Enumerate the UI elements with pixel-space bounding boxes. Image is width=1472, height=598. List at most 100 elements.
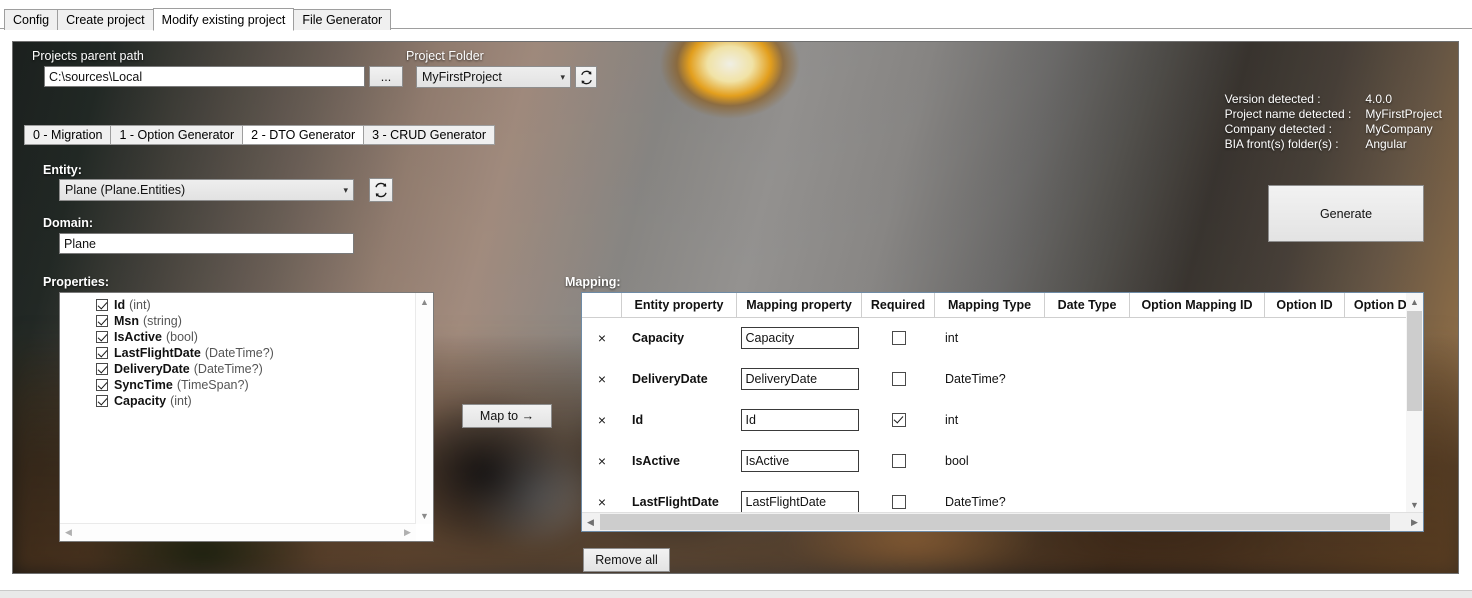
mapping-type-cell: int [945,412,959,427]
option-id-cell [1265,440,1345,481]
generate-button[interactable]: Generate [1268,185,1424,242]
generator-tab-3-crud-generator[interactable]: 3 - CRUD Generator [363,125,496,145]
property-list-item[interactable]: SyncTime (TimeSpan?) [60,377,433,393]
property-name: Id [114,298,126,312]
property-checkbox[interactable] [96,347,108,359]
mapping-property-input[interactable]: Id [740,408,859,431]
generator-tab-1-option-generator[interactable]: 1 - Option Generator [110,125,244,145]
option-display-cell [1345,440,1406,481]
scroll-left-icon[interactable]: ◀ [582,513,599,531]
main-tab-create-project[interactable]: Create project [57,9,154,30]
scroll-up-icon[interactable]: ▲ [416,293,433,310]
property-checkbox[interactable] [96,395,108,407]
scroll-left-icon[interactable]: ◀ [60,524,77,541]
mapping-row: × DeliveryDate DeliveryDate DateTime? [582,358,1406,399]
scroll-down-icon[interactable]: ▼ [416,507,433,524]
browse-parent-path-button[interactable]: ... [369,66,403,87]
map-to-button[interactable]: Map to → [462,404,552,428]
projects-parent-path-input[interactable]: C:\sources\Local [44,66,365,87]
property-list-item[interactable]: IsActive (bool) [60,329,433,345]
mapping-property-input[interactable]: DeliveryDate [740,367,859,390]
required-cell [862,399,935,440]
detected-info-block: Version detected :4.0.0 Project name dete… [1225,92,1442,152]
entity-property-value: IsActive [632,453,680,468]
detected-info-key: BIA front(s) folder(s) : [1224,137,1339,151]
main-tab-config[interactable]: Config [4,9,59,30]
main-tab-modify-existing-project[interactable]: Modify existing project [152,8,295,31]
entity-property-cell: DeliveryDate [622,358,737,399]
chevron-down-icon: ▾ [560,72,565,82]
entity-property-value: LastFlightDate [632,494,719,509]
horizontal-scroll-thumb[interactable] [600,514,1390,530]
date-type-cell [1045,440,1130,481]
domain-input[interactable]: Plane [59,233,354,254]
mapping-property-input[interactable]: Capacity [740,326,859,349]
scroll-right-icon[interactable]: ▶ [399,524,416,541]
remove-row-icon[interactable]: × [598,495,606,509]
required-checkbox[interactable] [891,453,906,468]
entity-select[interactable]: Plane (Plane.Entities) ▾ [59,179,354,201]
remove-mapping-cell: × [582,358,622,399]
property-checkbox[interactable] [96,315,108,327]
mapping-column-header[interactable]: Required [862,293,935,317]
mapping-property-input[interactable]: IsActive [740,449,859,472]
mapping-column-header[interactable]: Mapping Type [935,293,1045,317]
property-checkbox[interactable] [96,331,108,343]
generator-tab-list: 0 - Migration 1 - Option Generator 2 - DTO… [24,125,496,145]
required-cell [862,317,935,358]
property-checkbox[interactable] [96,299,108,311]
remove-row-icon[interactable]: × [598,331,606,345]
scroll-up-icon[interactable]: ▲ [1406,293,1423,310]
remove-row-icon[interactable]: × [598,372,606,386]
property-list-item[interactable]: LastFlightDate (DateTime?) [60,345,433,361]
refresh-entity-button[interactable] [369,178,393,202]
required-cell [862,440,935,481]
vertical-scroll-thumb[interactable] [1407,311,1422,411]
remove-row-icon[interactable]: × [598,454,606,468]
option-id-cell [1265,481,1345,513]
mapping-property-input[interactable]: LastFlightDate [740,490,859,513]
property-list-item[interactable]: Id (int) [60,297,433,313]
mapping-grid-body: × Capacity Capacity int × DeliveryDate Deliver… [582,317,1406,513]
mapping-column-header[interactable] [582,293,622,317]
main-tab-label: Config [13,13,50,27]
property-checkbox[interactable] [96,379,108,391]
mapping-column-header[interactable]: Date Type [1045,293,1130,317]
generator-tab-label: 3 - CRUD Generator [372,128,487,142]
properties-vertical-scrollbar[interactable]: ▲ ▼ [415,293,433,524]
property-list-item[interactable]: Msn (string) [60,313,433,329]
property-type: (DateTime?) [204,346,274,360]
properties-horizontal-scrollbar[interactable]: ◀ ▶ [60,523,416,541]
detected-info-key: Project name detected : [1224,107,1352,121]
required-checkbox[interactable] [891,412,906,427]
main-tab-file-generator[interactable]: File Generator [293,9,392,30]
property-list-item[interactable]: DeliveryDate (DateTime?) [60,361,433,377]
mapping-property-cell: Id [737,399,862,440]
mapping-column-header[interactable]: Entity property [622,293,737,317]
mapping-grid[interactable]: Entity property Mapping property Required M… [581,292,1424,532]
generator-tab-0-migration[interactable]: 0 - Migration [24,125,112,145]
mapping-column-header[interactable]: Mapping property [737,293,862,317]
mapping-column-header[interactable]: Option ID [1265,293,1345,317]
scroll-right-icon[interactable]: ▶ [1406,513,1423,531]
project-folder-select[interactable]: MyFirstProject ▾ [416,66,571,88]
required-checkbox[interactable] [891,330,906,345]
mapping-type-cell: DateTime? [945,494,1006,509]
property-list-item[interactable]: Capacity (int) [60,393,433,409]
required-checkbox[interactable] [891,371,906,386]
refresh-project-folder-button[interactable] [575,66,597,88]
mapping-vertical-scrollbar[interactable]: ▲ ▼ [1406,293,1423,513]
project-folder-label: Project Folder [406,49,484,63]
entity-property-cell: LastFlightDate [622,481,737,513]
remove-row-icon[interactable]: × [598,413,606,427]
main-tab-label: Create project [66,13,145,27]
scroll-down-icon[interactable]: ▼ [1406,496,1423,513]
mapping-column-header[interactable]: Option Mapping ID [1130,293,1265,317]
properties-listbox[interactable]: Id (int) Msn (string) IsActive (bool) LastFlig… [59,292,434,542]
chevron-down-icon: ▾ [343,185,348,195]
property-checkbox[interactable] [96,363,108,375]
remove-all-button[interactable]: Remove all [583,548,670,572]
mapping-horizontal-scrollbar[interactable]: ◀ ▶ [582,512,1423,531]
required-checkbox[interactable] [891,494,906,509]
generator-tab-2-dto-generator[interactable]: 2 - DTO Generator [242,125,365,145]
